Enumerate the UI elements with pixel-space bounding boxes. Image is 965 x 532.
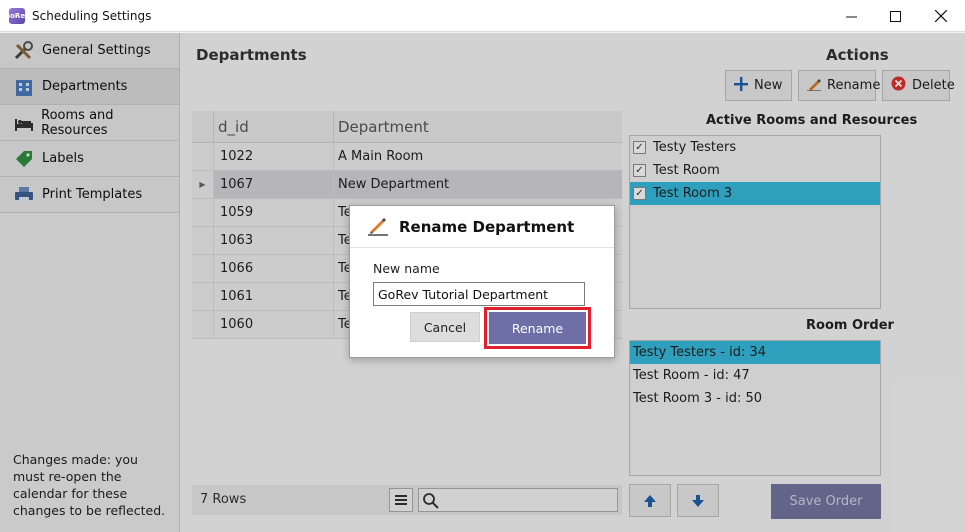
confirm-rename-button[interactable]: Rename [489, 312, 586, 344]
cell-id: 1022 [213, 143, 333, 170]
delete-icon [891, 76, 906, 95]
title-bar: GoRev Scheduling Settings [0, 0, 965, 32]
nav-item-label: Rooms and Resources [41, 107, 114, 138]
list-item[interactable]: ✓ Testy Testers [630, 136, 880, 159]
cell-id: 1061 [213, 283, 333, 310]
table-row[interactable]: ▶ 1067 New Department [192, 171, 622, 199]
tools-icon [12, 40, 36, 61]
cell-department: A Main Room [333, 143, 622, 170]
cell-department: New Department [333, 171, 622, 198]
actions-title: Actions [826, 46, 889, 64]
list-item[interactable]: ✓ Test Room 3 [630, 182, 880, 205]
list-item-label: Test Room 3 [653, 186, 733, 201]
arrow-down-icon [692, 494, 704, 507]
nav-item-label: Print Templates [42, 187, 143, 202]
active-rooms-title: Active Rooms and Resources [706, 113, 918, 128]
nav-item-label: General Settings [42, 43, 151, 58]
changes-note: Changes made: you must re-open the calen… [13, 452, 166, 518]
close-button[interactable] [918, 0, 964, 32]
grid-header: d_id Department [192, 111, 622, 143]
grid-search-input[interactable] [418, 488, 618, 512]
move-down-button[interactable] [677, 484, 719, 517]
building-icon [12, 77, 36, 97]
list-item[interactable]: Testy Testers - id: 34 [630, 341, 880, 364]
cell-id: 1067 [213, 171, 333, 198]
cell-id: 1066 [213, 255, 333, 282]
nav-item-label: Labels [42, 151, 84, 166]
cell-id: 1063 [213, 227, 333, 254]
settings-nav: General Settings Departments Rooms and R… [0, 33, 180, 532]
row-pointer-icon: ▶ [199, 180, 206, 189]
minimize-icon [845, 16, 857, 17]
pencil-icon [367, 214, 389, 240]
nav-item-departments[interactable]: Departments [0, 69, 179, 105]
checkbox[interactable]: ✓ [633, 187, 646, 200]
list-item[interactable]: Test Room 3 - id: 50 [630, 387, 880, 410]
nav-item-rooms-and-resources[interactable]: Rooms and Resources [0, 105, 179, 141]
checkbox[interactable]: ✓ [633, 164, 646, 177]
table-row[interactable]: 1022 A Main Room [192, 143, 622, 171]
delete-button[interactable]: Delete [882, 70, 955, 101]
rename-department-dialog: Rename Department New name Cancel Rename [349, 205, 615, 358]
cell-id: 1059 [213, 199, 333, 226]
app-logo-icon: GoRev [4, 7, 30, 24]
new-button[interactable]: New [725, 70, 792, 101]
minimize-button[interactable] [828, 0, 874, 32]
nav-item-label: Departments [42, 79, 128, 94]
column-header-id[interactable]: d_id [213, 111, 333, 142]
departments-title: Departments [196, 46, 307, 64]
list-item-label: Test Room [653, 163, 720, 178]
bed-icon [12, 113, 35, 133]
new-name-input[interactable] [373, 282, 585, 306]
rename-button[interactable]: Rename [798, 70, 880, 101]
close-icon [935, 10, 947, 22]
nav-item-print-templates[interactable]: Print Templates [0, 177, 179, 213]
plus-icon [734, 76, 748, 95]
list-item[interactable]: ✓ Test Room [630, 159, 880, 182]
room-order-list: Testy Testers - id: 34 Test Room - id: 4… [629, 340, 881, 476]
room-order-title: Room Order [806, 318, 894, 333]
checkbox[interactable]: ✓ [633, 141, 646, 154]
new-name-label: New name [373, 261, 440, 276]
list-item-label: Testy Testers [653, 140, 737, 155]
column-header-department[interactable]: Department [333, 111, 622, 142]
printer-icon [12, 185, 36, 205]
delete-button-label: Delete [912, 78, 955, 93]
nav-item-labels[interactable]: Labels [0, 141, 179, 177]
list-item[interactable]: Test Room - id: 47 [630, 364, 880, 387]
cancel-button[interactable]: Cancel [410, 312, 480, 342]
rename-button-label: Rename [827, 78, 881, 93]
row-count: 7 Rows [200, 492, 247, 507]
hamburger-icon [395, 495, 407, 505]
arrow-up-icon [644, 494, 656, 507]
tag-icon [12, 149, 36, 169]
nav-item-general-settings[interactable]: General Settings [0, 33, 179, 69]
dialog-title: Rename Department [399, 217, 575, 236]
search-icon [422, 492, 440, 514]
active-rooms-list: ✓ Testy Testers ✓ Test Room ✓ Test Room … [629, 135, 881, 309]
grid-footer: 7 Rows [192, 485, 622, 515]
save-order-button[interactable]: Save Order [771, 484, 881, 519]
pencil-icon [807, 76, 821, 95]
dialog-header: Rename Department [350, 206, 614, 248]
rename-button-highlight: Rename [484, 307, 591, 349]
maximize-icon [889, 10, 901, 22]
new-button-label: New [754, 78, 783, 93]
move-up-button[interactable] [629, 484, 671, 517]
grid-menu-button[interactable] [389, 488, 413, 512]
cell-id: 1060 [213, 311, 333, 338]
maximize-button[interactable] [872, 0, 918, 32]
window-title: Scheduling Settings [32, 8, 152, 23]
